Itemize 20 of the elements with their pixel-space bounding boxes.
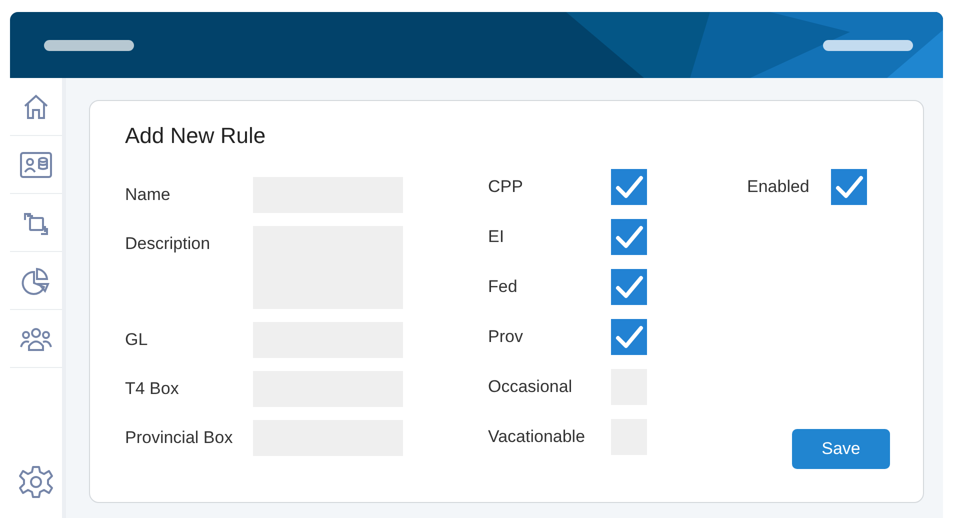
field-label: GL <box>125 330 149 350</box>
settings-icon[interactable] <box>18 464 54 500</box>
checkbox-label: Occasional <box>488 377 574 397</box>
checkbox[interactable] <box>611 219 647 255</box>
checkbox[interactable] <box>611 319 647 355</box>
checkbox[interactable] <box>611 269 647 305</box>
checkbox-label: CPP <box>488 177 524 197</box>
field-label: Provincial Box <box>125 428 234 448</box>
checkbox-label: Enabled <box>747 177 810 197</box>
checkbox-label: Fed <box>488 277 518 297</box>
save-button[interactable]: Save <box>792 429 890 469</box>
form-title: Add New Rule <box>125 123 267 149</box>
checkbox[interactable] <box>831 169 868 205</box>
checkbox-label: Vacationable <box>488 427 586 447</box>
checkbox[interactable] <box>611 169 647 205</box>
field-label: T4 Box <box>125 379 180 399</box>
checkbox-label: EI <box>488 227 506 247</box>
field-label: Description <box>125 233 212 254</box>
checkbox-label: Prov <box>488 327 524 347</box>
field-label: Name <box>125 185 172 205</box>
